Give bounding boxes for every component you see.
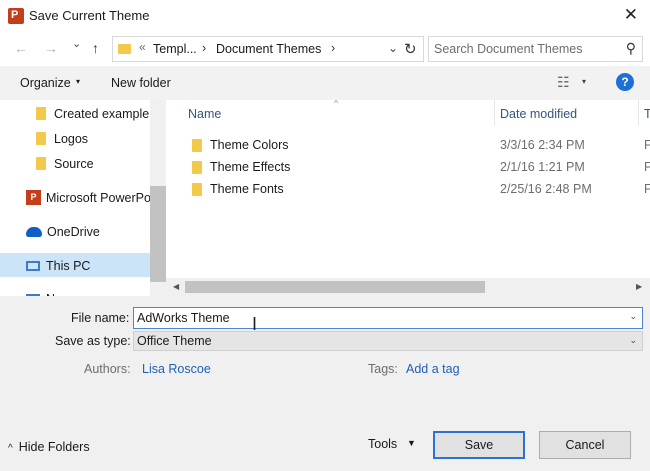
window-title: Save Current Theme bbox=[29, 8, 150, 23]
column-divider[interactable] bbox=[494, 100, 495, 126]
breadcrumb-chevron-icon[interactable]: › bbox=[202, 41, 206, 55]
title-bar: P Save Current Theme ✕ bbox=[0, 0, 650, 32]
file-name-field[interactable]: ⌄ bbox=[133, 307, 643, 329]
breadcrumb-templates[interactable]: Templ... bbox=[153, 42, 197, 56]
save-as-type-select[interactable]: Office Theme ⌄ bbox=[133, 331, 643, 351]
forward-arrow-icon[interactable]: → bbox=[44, 40, 58, 56]
powerpoint-icon: P bbox=[26, 190, 41, 206]
close-icon[interactable]: ✕ bbox=[624, 5, 638, 25]
folder-icon bbox=[192, 183, 202, 196]
chevron-down-icon[interactable]: ⌄ bbox=[629, 335, 637, 346]
horizontal-scrollbar-thumb[interactable] bbox=[185, 281, 485, 293]
file-list: ^ Name Date modified T Theme Colors 3/3/… bbox=[166, 100, 650, 296]
hide-folders-label: Hide Folders bbox=[18, 440, 90, 454]
search-box[interactable]: ⚲ bbox=[428, 36, 643, 62]
folder-icon bbox=[192, 161, 202, 174]
sidebar-item-label: Microsoft PowerPo bbox=[46, 190, 151, 205]
view-options-icon[interactable]: ☷ bbox=[557, 74, 570, 91]
sidebar-item-microsoft-powerpoint[interactable]: P Microsoft PowerPo bbox=[26, 185, 151, 209]
navigation-bar: ← → ⌄ ↑ « Templ... › Document Themes › ⌄… bbox=[0, 32, 650, 66]
onedrive-icon bbox=[26, 226, 42, 237]
scroll-right-arrow-icon[interactable]: ▶ bbox=[636, 282, 642, 291]
address-overflow-icon[interactable]: « bbox=[139, 40, 146, 54]
file-date: 3/3/16 2:34 PM bbox=[500, 138, 585, 152]
search-icon[interactable]: ⚲ bbox=[626, 40, 636, 57]
folder-icon bbox=[192, 139, 202, 152]
folder-icon bbox=[118, 44, 131, 54]
chevron-up-icon: ^ bbox=[8, 443, 13, 454]
file-name-input[interactable] bbox=[137, 311, 617, 325]
sidebar-item-label: Created example bbox=[54, 106, 150, 121]
folder-icon bbox=[36, 107, 46, 121]
sidebar-item-this-pc[interactable]: This PC bbox=[0, 253, 150, 277]
save-button[interactable]: Save bbox=[433, 431, 525, 459]
recent-locations-icon[interactable]: ⌄ bbox=[72, 37, 81, 50]
file-name: Theme Effects bbox=[210, 160, 291, 174]
address-dropdown-icon[interactable]: ⌄ bbox=[388, 41, 398, 55]
file-row-theme-effects[interactable]: Theme Effects 2/1/16 1:21 PM F bbox=[166, 156, 650, 178]
hide-folders-button[interactable]: ^ Hide Folders bbox=[8, 440, 90, 454]
file-type: F bbox=[644, 138, 650, 152]
sidebar-item-network[interactable]: N bbox=[26, 286, 150, 296]
sidebar-item-label: Logos bbox=[54, 131, 89, 146]
refresh-icon[interactable]: ↻ bbox=[404, 40, 417, 58]
breadcrumb-document-themes[interactable]: Document Themes bbox=[216, 42, 321, 56]
sidebar-item-onedrive[interactable]: OneDrive bbox=[26, 219, 150, 243]
computer-icon bbox=[26, 260, 40, 271]
file-date: 2/1/16 1:21 PM bbox=[500, 160, 585, 174]
column-header-type[interactable]: T bbox=[644, 107, 650, 121]
folder-icon bbox=[36, 157, 46, 171]
save-as-type-value: Office Theme bbox=[137, 334, 212, 348]
file-type: F bbox=[644, 160, 650, 174]
file-date: 2/25/16 2:48 PM bbox=[500, 182, 592, 196]
organize-caret-icon[interactable]: ▾ bbox=[76, 77, 80, 86]
sidebar-item-label: Source bbox=[54, 156, 94, 171]
up-arrow-icon[interactable]: ↑ bbox=[92, 40, 99, 56]
sidebar-item-logos[interactable]: Logos bbox=[36, 126, 150, 150]
file-name: Theme Fonts bbox=[210, 182, 284, 196]
powerpoint-app-icon: P bbox=[8, 8, 24, 24]
sidebar-scrollbar-thumb[interactable] bbox=[150, 186, 166, 282]
file-type: F bbox=[644, 182, 650, 196]
scroll-left-arrow-icon[interactable]: ◀ bbox=[173, 282, 179, 291]
navigation-pane: Created example Logos Source P Microsoft … bbox=[0, 100, 166, 296]
sidebar-item-source[interactable]: Source bbox=[36, 151, 150, 175]
file-row-theme-fonts[interactable]: Theme Fonts 2/25/16 2:48 PM F bbox=[166, 178, 650, 200]
sort-ascending-icon: ^ bbox=[334, 100, 339, 108]
save-as-type-label: Save as type: bbox=[55, 334, 131, 348]
back-arrow-icon[interactable]: ← bbox=[14, 40, 28, 56]
view-caret-icon[interactable]: ▾ bbox=[582, 77, 586, 86]
help-icon[interactable]: ? bbox=[616, 73, 634, 91]
file-row-theme-colors[interactable]: Theme Colors 3/3/16 2:34 PM F bbox=[166, 134, 650, 156]
app-icon-letter: P bbox=[11, 9, 19, 21]
new-folder-button[interactable]: New folder bbox=[111, 76, 171, 90]
authors-value-link[interactable]: Lisa Roscoe bbox=[142, 362, 211, 376]
file-name: Theme Colors bbox=[210, 138, 289, 152]
tools-button[interactable]: Tools bbox=[368, 437, 397, 451]
sidebar-item-label: N bbox=[46, 287, 55, 296]
column-header-date-modified[interactable]: Date modified bbox=[500, 107, 577, 121]
sidebar-item-label: This PC bbox=[46, 258, 91, 273]
column-header-name[interactable]: Name bbox=[188, 107, 221, 121]
tags-label: Tags: bbox=[368, 362, 398, 376]
command-toolbar: Organize ▾ New folder ☷ ▾ ? bbox=[0, 66, 650, 100]
authors-label: Authors: bbox=[84, 362, 131, 376]
file-name-label: File name: bbox=[71, 311, 130, 325]
chevron-down-icon[interactable]: ⌄ bbox=[629, 311, 637, 322]
folder-icon bbox=[36, 132, 46, 146]
organize-button[interactable]: Organize bbox=[20, 76, 71, 90]
address-bar[interactable]: « Templ... › Document Themes › ⌄ ↻ bbox=[112, 36, 424, 62]
breadcrumb-chevron-icon[interactable]: › bbox=[331, 41, 335, 55]
add-tag-link[interactable]: Add a tag bbox=[406, 362, 460, 376]
column-divider[interactable] bbox=[638, 100, 639, 126]
search-input[interactable] bbox=[434, 42, 614, 56]
sidebar-item-label: OneDrive bbox=[47, 224, 100, 239]
cancel-button[interactable]: Cancel bbox=[539, 431, 631, 459]
tools-caret-icon[interactable]: ▼ bbox=[407, 438, 416, 448]
sidebar-item-created-example[interactable]: Created example bbox=[36, 101, 150, 125]
